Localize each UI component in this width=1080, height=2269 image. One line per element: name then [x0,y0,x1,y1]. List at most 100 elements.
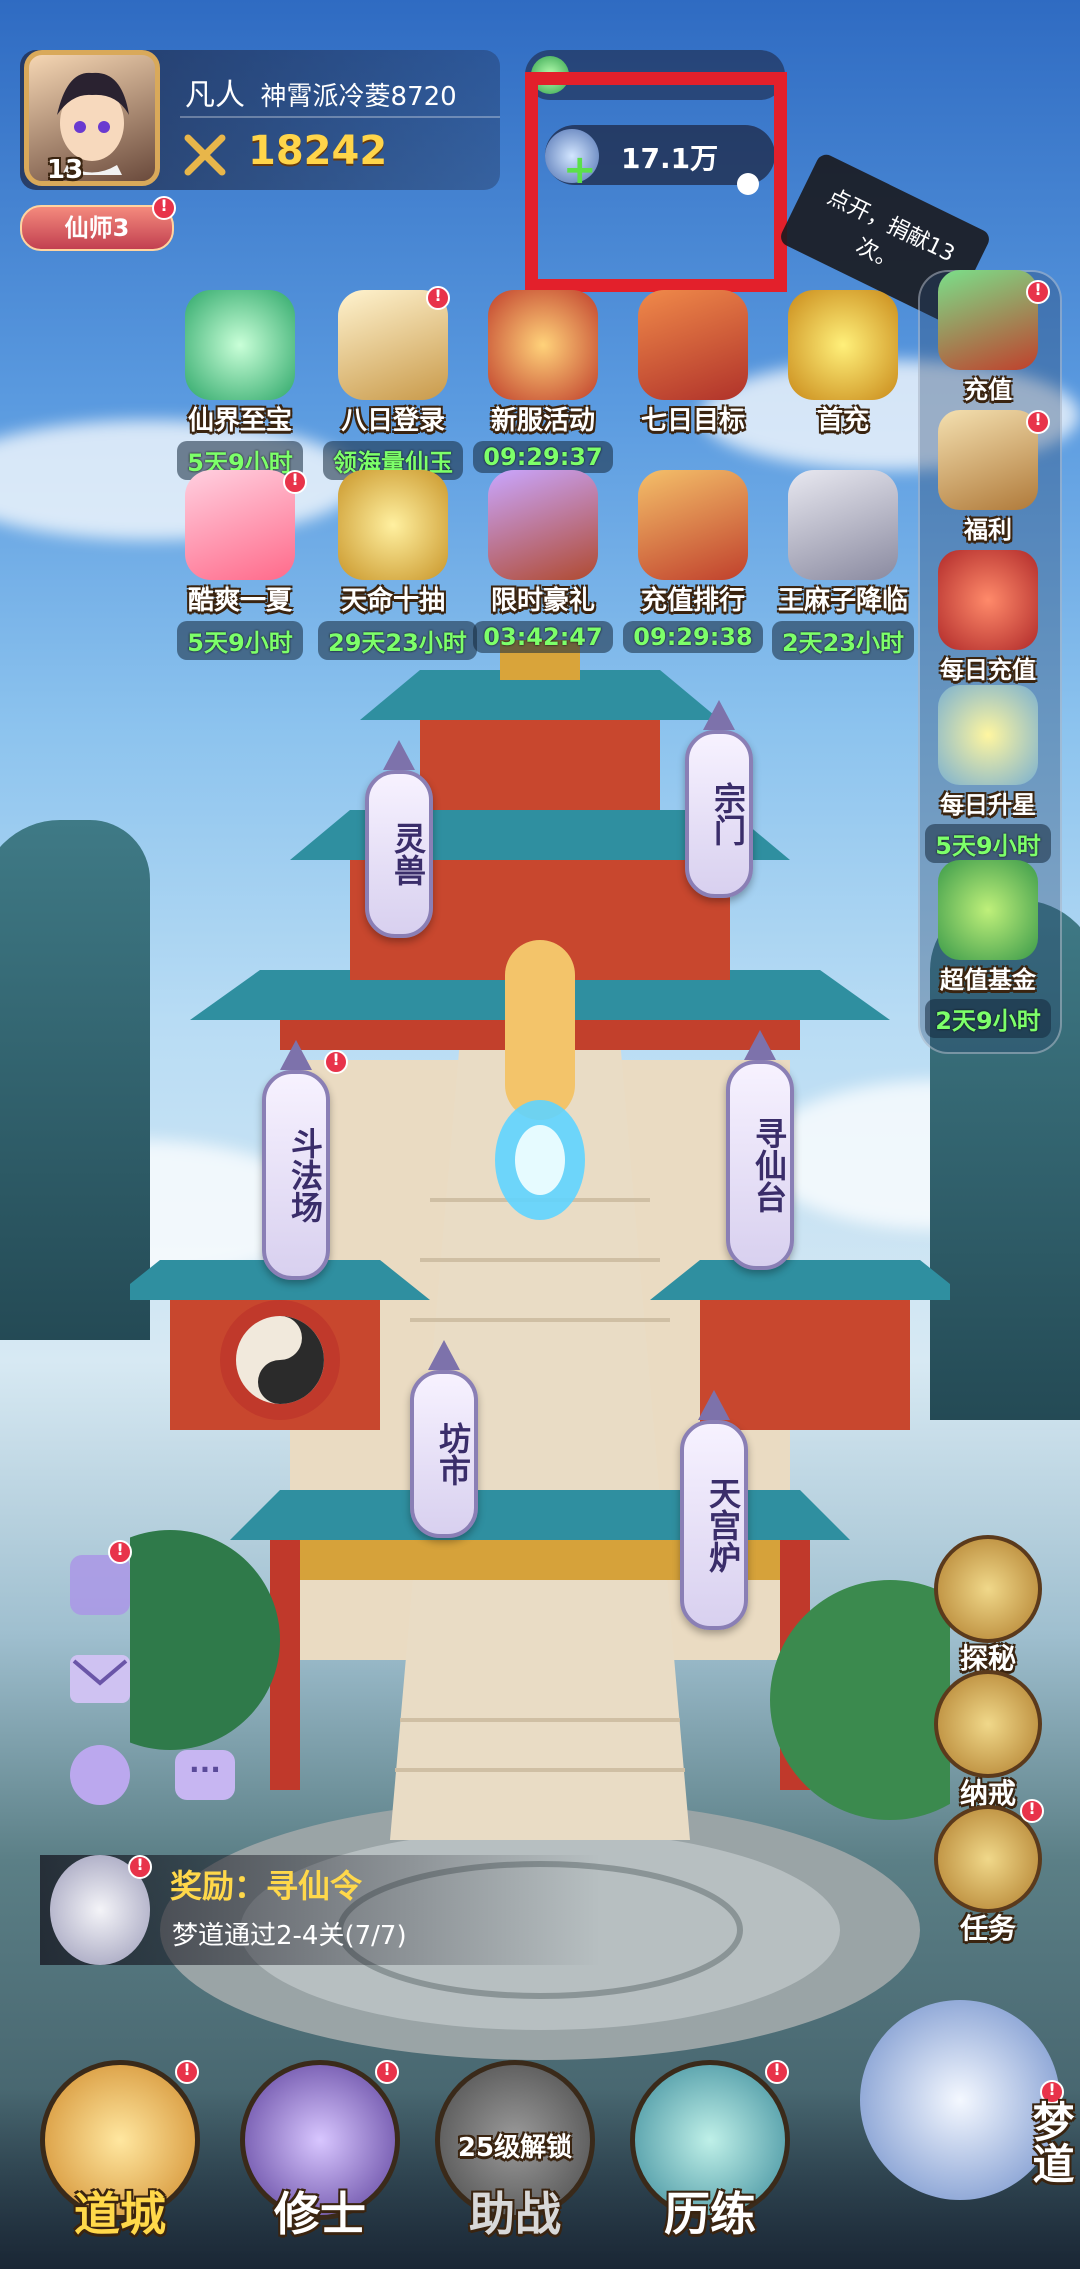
ranking-gate-icon [638,470,748,580]
jade-treasure-icon [185,290,295,400]
friends-icon[interactable] [70,1745,130,1805]
player-name: 神霄派冷菱8720 [260,82,457,112]
nav-zhuzhan[interactable]: 25级解锁 助战 [430,2060,600,2250]
sidebar-item-daily-recharge[interactable]: 每日充值 [918,550,1058,685]
sidebar-label: 每日充值 [940,656,1036,684]
event-label: 天命十抽 [340,586,445,616]
fund-icon [938,860,1038,960]
event-timer: 2天23小时 [771,621,915,660]
notification-dot [1026,410,1050,434]
nav-label: 梦道 [1026,2100,1075,2184]
event-timer: 5天9小时 [177,621,303,660]
building-xunxiantai[interactable]: 寻仙台 [726,1030,794,1270]
building-tiangonglu[interactable]: 天宫炉 [680,1390,748,1630]
event-timer: 29天23小时 [318,621,477,660]
avatar[interactable]: 13 [24,50,160,186]
event-chongzhi-paihang[interactable]: 充值排行 09:29:38 [618,470,768,653]
event-kushuang-yixia[interactable]: 酷爽一夏 5天9小时 [165,470,315,660]
summer-drink-icon [185,470,295,580]
explore-button[interactable]: 探秘 [928,1535,1048,1677]
nav-daocheng[interactable]: 道城 [35,2060,205,2250]
storage-ring-button[interactable]: 纳戒 [928,1670,1048,1812]
event-wangmazi-jianglin[interactable]: 王麻子降临 2天23小时 [768,470,918,660]
nav-xiushi[interactable]: 修士 [235,2060,405,2250]
player-realm: 凡人 [185,78,245,113]
mail-icon[interactable] [70,1655,130,1703]
event-timer: 03:42:47 [473,621,613,653]
gold-coins-icon [788,290,898,400]
player-name-row: 凡人 神霄派冷菱8720 [185,70,457,114]
event-tianming-shichou[interactable]: 天命十抽 29天23小时 [318,470,477,660]
event-label: 充值排行 [640,586,745,616]
notification-dot [375,2060,399,2084]
event-shouchong[interactable]: 首充 [768,290,918,437]
sidebar-label: 每日升星 [940,791,1036,819]
quest-tracker[interactable]: 奖励：寻仙令 梦道通过2-4关(7/7) [40,1855,600,1965]
notification-dot [426,286,450,310]
quest-reward: 奖励：寻仙令 [170,1867,363,1905]
event-label: 七日目标 [640,406,745,436]
player-panel[interactable]: 13 凡人 神霄派冷菱8720 18242 [20,50,500,190]
building-lingshou[interactable]: 灵兽 [365,740,433,938]
sidebar-label: 福利 [964,516,1012,544]
event-qiri-mubiao[interactable]: 七日目标 [618,290,768,437]
notification-dot [324,1050,348,1074]
gift-box-icon [488,470,598,580]
notification-dot [1020,1799,1044,1823]
event-xinfu-huodong[interactable]: 新服活动 09:29:37 [468,290,618,473]
divider [180,116,500,118]
event-xianshi-haoli[interactable]: 限时豪礼 03:42:47 [468,470,618,653]
notification-dot [108,1540,132,1564]
event-label: 新服活动 [490,406,595,436]
left-cliff [0,820,150,1340]
chat-icon[interactable]: ··· [175,1750,235,1800]
event-timer: 09:29:37 [473,441,613,473]
fortune-bag-icon [338,470,448,580]
welfare-box-icon [938,410,1038,510]
event-bari-denglu[interactable]: 八日登录 领海量仙玉 [318,286,468,480]
crossed-swords-icon [180,130,230,180]
building-fangshi[interactable]: 坊市 [410,1340,478,1538]
building-zongmen[interactable]: 宗门 [685,700,753,898]
notification-dot [283,470,307,494]
nav-label: 道城 [74,2187,166,2241]
building-doufachang[interactable]: 斗法场 [262,1040,330,1280]
sidebar-label: 充值 [964,376,1012,404]
event-xianjie-zhibao[interactable]: 仙界至宝 5天9小时 [165,290,315,480]
sidebar-item-daily-star[interactable]: 每日升星 5天9小时 [918,685,1058,863]
quest-label: 任务 [959,1912,1016,1945]
player-level: 13 [47,155,84,185]
event-label: 限时豪礼 [490,586,595,616]
sage-portrait-icon [788,470,898,580]
game-scene: 13 凡人 神霄派冷菱8720 18242 仙师3 + 17.1万 点开，捐献1… [0,0,1080,2269]
title-badge[interactable]: 仙师3 [20,205,174,251]
highlight-box [525,72,787,292]
quest-desc: 梦道通过2-4关(7/7) [172,1921,407,1951]
compass-icon [934,1535,1042,1643]
daily-bag-icon [938,550,1038,650]
unlock-label: 25级解锁 [457,2133,573,2163]
nav-label: 历练 [664,2187,756,2241]
sidebar-label: 超值基金 [940,966,1036,994]
recharge-chest-icon [938,270,1038,370]
sidebar-timer: 5天9小时 [925,824,1051,863]
event-label: 王麻子降临 [777,586,908,616]
sidebar-item-recharge[interactable]: 充值 [918,270,1058,405]
notification-dot [152,196,176,220]
notification-dot [128,1855,152,1879]
sidebar-item-welfare[interactable]: 福利 [918,410,1058,545]
star-icon [938,685,1038,785]
quest-button[interactable]: 任务 [928,1799,1048,1947]
dragon-emblem-icon [488,290,598,400]
combat-power: 18242 [248,128,388,174]
notification-dot [765,2060,789,2084]
nav-lilian[interactable]: 历练 [625,2060,795,2250]
notification-dot [1026,280,1050,304]
crystal-icon[interactable] [70,1555,130,1615]
notification-dot [175,2060,199,2084]
nav-mengdao[interactable]: 梦道 [850,2000,1075,2260]
chest-seven-icon [638,290,748,400]
event-timer: 09:29:38 [623,621,763,653]
event-label: 首充 [816,406,869,436]
sidebar-item-fund[interactable]: 超值基金 2天9小时 [918,860,1058,1038]
